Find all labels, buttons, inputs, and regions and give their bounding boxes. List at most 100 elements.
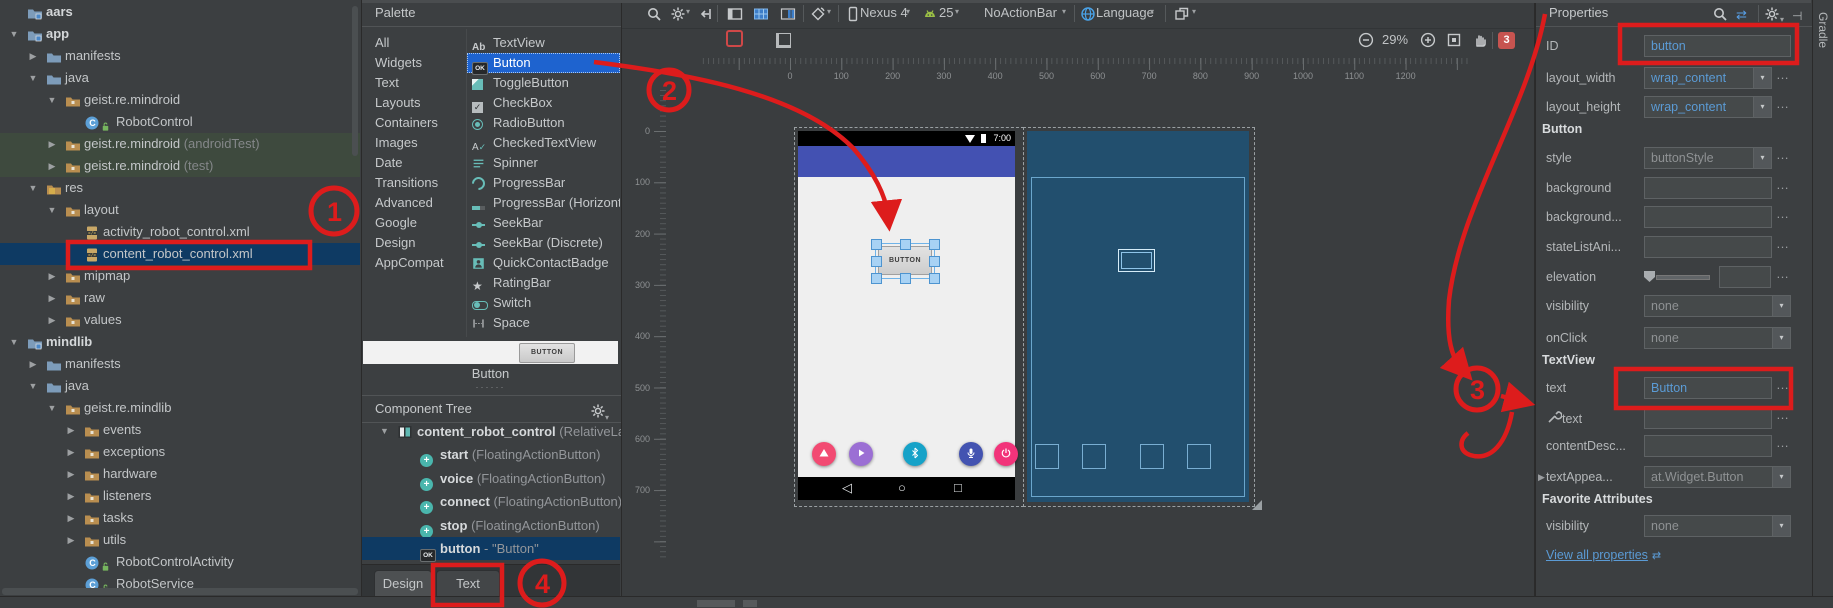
palette-widget-Space[interactable]: Space <box>467 313 620 333</box>
more-options-button[interactable] <box>1776 435 1789 450</box>
zoom-fit-button[interactable] <box>1446 32 1463 49</box>
palette-category-Text[interactable]: Text <box>362 73 466 93</box>
property-field-visibility[interactable]: none <box>1644 515 1791 537</box>
fab-play[interactable] <box>849 442 873 466</box>
property-field-onClick[interactable]: none <box>1644 327 1791 349</box>
dropdown-caret[interactable] <box>1753 97 1771 117</box>
chevron-right-icon[interactable]: ▶ <box>27 353 39 375</box>
tree-item-activity_robot_control.xml[interactable]: </>activity_robot_control.xml <box>0 221 360 243</box>
tree-item-layout[interactable]: ▼layout <box>0 199 360 221</box>
chevron-down-icon[interactable]: ▼ <box>380 420 389 443</box>
more-options-button[interactable] <box>1776 147 1789 162</box>
property-field-ID[interactable]: button <box>1644 35 1791 57</box>
palette-widget-RadioButton[interactable]: RadioButton <box>467 113 620 133</box>
component-button[interactable]: OKbutton - "Button" <box>362 537 620 560</box>
variants-icon[interactable] <box>1174 6 1191 23</box>
design-mode-icon[interactable] <box>727 6 744 23</box>
orientation-icon[interactable] <box>810 6 827 23</box>
palette-category-Design[interactable]: Design <box>362 233 466 253</box>
tree-item-hardware[interactable]: ▶hardware <box>0 463 360 485</box>
splitter-handle[interactable] <box>362 382 619 392</box>
fab-mic[interactable] <box>959 442 983 466</box>
selection-handle[interactable] <box>929 273 940 284</box>
chevron-right-icon[interactable]: ▶ <box>46 133 58 155</box>
tree-item-events[interactable]: ▶events <box>0 419 360 441</box>
property-field-layout_height[interactable]: wrap_content <box>1644 96 1772 118</box>
chevron-right-icon[interactable]: ▶ <box>46 155 58 177</box>
tree-item-raw[interactable]: ▶raw <box>0 287 360 309</box>
property-field-contentDesc...[interactable] <box>1644 435 1772 457</box>
chevron-down-icon[interactable]: ▼ <box>8 331 20 353</box>
component-connect[interactable]: +connect (FloatingActionButton) <box>362 490 620 513</box>
tree-item-geist.re.mindroid[interactable]: ▶geist.re.mindroid (androidTest) <box>0 133 360 155</box>
zoom-in-button[interactable] <box>1420 32 1437 49</box>
selection-handle[interactable] <box>871 273 882 284</box>
fab-warning[interactable] <box>812 442 836 466</box>
elevation-slider-track[interactable] <box>1656 275 1710 280</box>
palette-widget-ProgressBar (Horizontal)[interactable]: ProgressBar (Horizontal) <box>467 193 620 213</box>
palette-widget-ProgressBar[interactable]: ProgressBar <box>467 173 620 193</box>
tree-item-values[interactable]: ▶values <box>0 309 360 331</box>
dropdown-caret[interactable] <box>1753 68 1771 88</box>
zoom-out-button[interactable] <box>1358 32 1375 49</box>
more-options-button[interactable] <box>1776 377 1789 392</box>
chevron-down-icon[interactable]: ▼ <box>46 199 58 221</box>
palette-widget-RatingBar[interactable]: ★RatingBar <box>467 273 620 293</box>
chevron-right-icon[interactable]: ▶ <box>65 529 77 551</box>
blueprint-surface[interactable] <box>1027 131 1249 502</box>
selection-handle[interactable] <box>871 256 882 267</box>
fab-bluetooth[interactable] <box>903 442 927 466</box>
chevron-right-icon[interactable]: ▶ <box>65 485 77 507</box>
chevron-right-icon[interactable]: ▶ <box>46 287 58 309</box>
view-all-properties-link[interactable]: View all properties <box>1546 548 1648 562</box>
more-options-button[interactable] <box>1776 407 1789 422</box>
selection-handle[interactable] <box>900 273 911 284</box>
theme-selector[interactable]: NoActionBar <box>984 5 1057 20</box>
palette-category-Advanced[interactable]: Advanced <box>362 193 466 213</box>
phone-content-area[interactable] <box>798 177 1015 477</box>
canvas-button-widget[interactable]: BUTTON <box>878 246 932 275</box>
property-field-style[interactable]: buttonStyle <box>1644 147 1772 169</box>
property-field-background[interactable] <box>1644 177 1772 199</box>
property-field-visibility[interactable]: none <box>1644 295 1791 317</box>
dropdown-caret[interactable] <box>1772 296 1790 316</box>
pin-icon[interactable] <box>698 6 715 23</box>
palette-widget-Switch[interactable]: Switch <box>467 293 620 313</box>
tree-item-manifests[interactable]: ▶manifests <box>0 353 360 375</box>
fab-power[interactable] <box>994 442 1018 466</box>
blueprint-button-outline[interactable] <box>1118 249 1155 272</box>
tree-item-app[interactable]: ▼app <box>0 23 360 45</box>
tree-item-listeners[interactable]: ▶listeners <box>0 485 360 507</box>
selection-handle[interactable] <box>929 256 940 267</box>
chevron-down-icon[interactable]: ▼ <box>27 67 39 89</box>
chevron-down-icon[interactable]: ▼ <box>27 177 39 199</box>
palette-category-All[interactable]: All <box>362 33 466 53</box>
tree-item-mindlib[interactable]: ▼mindlib <box>0 331 360 353</box>
chevron-right-icon[interactable]: ▶ <box>65 419 77 441</box>
project-tree-hscrollbar[interactable] <box>2 588 358 595</box>
api-selector[interactable]: 25 <box>939 5 953 20</box>
selection-handle[interactable] <box>900 239 911 250</box>
tree-item-java[interactable]: ▼java <box>0 67 360 89</box>
palette-category-Layouts[interactable]: Layouts <box>362 93 466 113</box>
component-start[interactable]: +start (FloatingActionButton) <box>362 443 620 466</box>
more-options-button[interactable] <box>1776 177 1789 192</box>
chevron-right-icon[interactable]: ▶ <box>27 45 39 67</box>
tree-item-manifests[interactable]: ▶manifests <box>0 45 360 67</box>
palette-widget-TextView[interactable]: AbTextView <box>467 33 620 53</box>
chevron-right-icon[interactable]: ▶ <box>65 507 77 529</box>
dropdown-caret[interactable] <box>1772 516 1790 536</box>
tree-item-RobotControl[interactable]: CRobotControl <box>0 111 360 133</box>
gradle-tab[interactable]: Gradle <box>1816 12 1830 48</box>
tree-item-tasks[interactable]: ▶tasks <box>0 507 360 529</box>
palette-widget-Spinner[interactable]: Spinner <box>467 153 620 173</box>
resize-handle[interactable] <box>1252 500 1262 510</box>
language-selector[interactable]: Language <box>1096 5 1154 20</box>
palette-category-Images[interactable]: Images <box>362 133 466 153</box>
palette-category-Widgets[interactable]: Widgets <box>362 53 466 73</box>
tab-design[interactable]: Design <box>374 570 432 597</box>
tree-item-aars[interactable]: aars <box>0 1 360 23</box>
property-field-text[interactable]: Button <box>1644 377 1772 399</box>
error-count-badge[interactable]: 3 <box>1498 32 1515 49</box>
chevron-right-icon[interactable]: ▶ <box>65 463 77 485</box>
